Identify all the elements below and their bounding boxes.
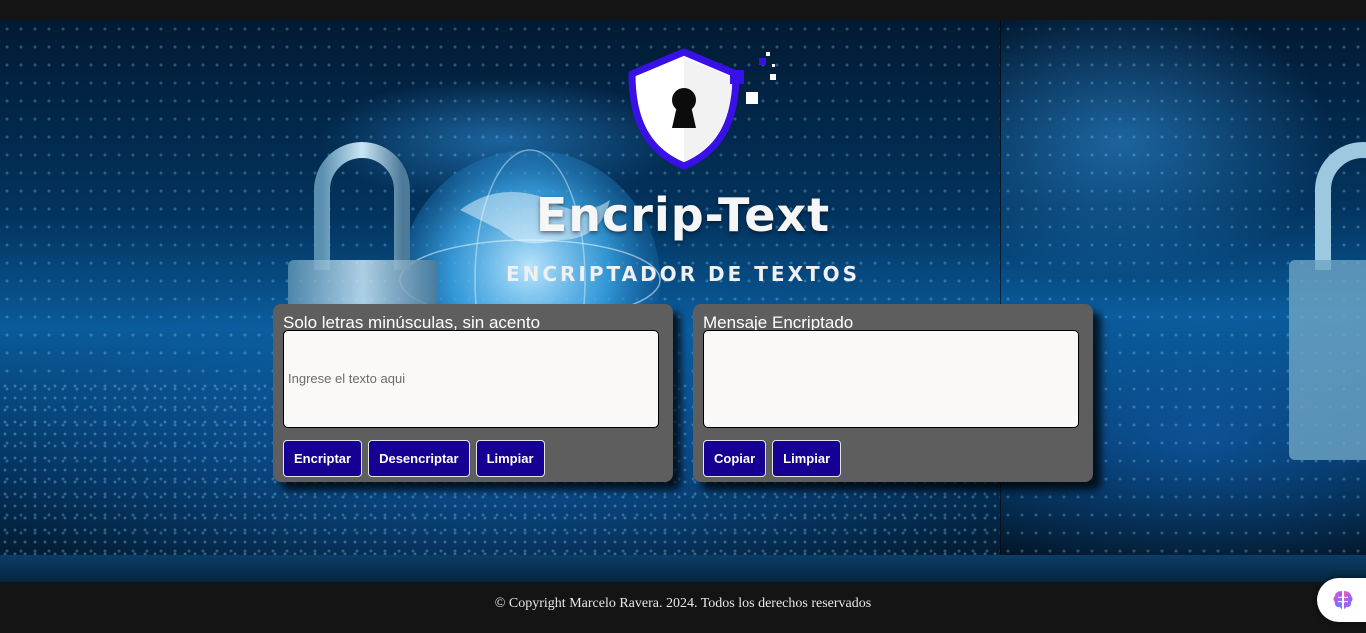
shield-keyhole-icon — [628, 48, 776, 170]
clear-output-button[interactable]: Limpiar — [772, 440, 842, 477]
output-card: Mensaje Encriptado Copiar Limpiar — [693, 304, 1093, 482]
decrypt-button[interactable]: Desencriptar — [368, 440, 470, 477]
background-bottom-strip — [0, 555, 1366, 582]
copyright-text: © Copyright Marcelo Ravera. 2024. Todos … — [494, 596, 872, 611]
output-button-row: Copiar Limpiar — [703, 440, 842, 477]
input-button-row: Encriptar Desencriptar Limpiar — [283, 440, 545, 477]
top-bar — [0, 0, 1366, 20]
page-title: Encrip-Text — [535, 188, 831, 242]
footer: © Copyright Marcelo Ravera. 2024. Todos … — [0, 582, 1366, 633]
copy-button[interactable]: Copiar — [703, 440, 767, 477]
encrypt-button[interactable]: Encriptar — [283, 440, 363, 477]
input-textarea[interactable] — [283, 330, 659, 428]
extension-launcher[interactable] — [1317, 578, 1366, 622]
clear-input-button[interactable]: Limpiar — [475, 440, 545, 477]
input-card: Solo letras minúsculas, sin acento Encri… — [273, 304, 673, 482]
page-subtitle: ENCRIPTADOR DE TEXTOS — [505, 262, 861, 286]
output-textarea[interactable] — [703, 330, 1079, 428]
brain-icon — [1333, 591, 1353, 609]
